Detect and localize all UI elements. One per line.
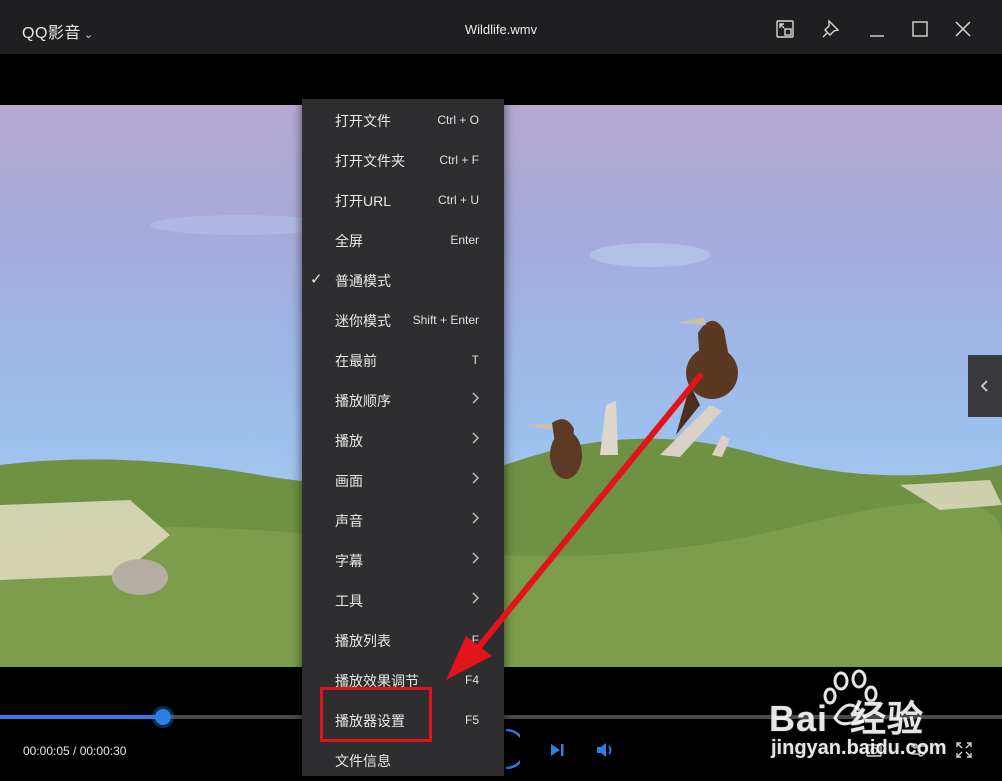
- watermark-brand: Bai 经验: [769, 698, 925, 739]
- baidu-watermark: Bai 经验 jingyan.baidu.com: [769, 668, 997, 776]
- red-arrow-annotation: [446, 373, 703, 680]
- watermark-url: jingyan.baidu.com: [771, 737, 947, 759]
